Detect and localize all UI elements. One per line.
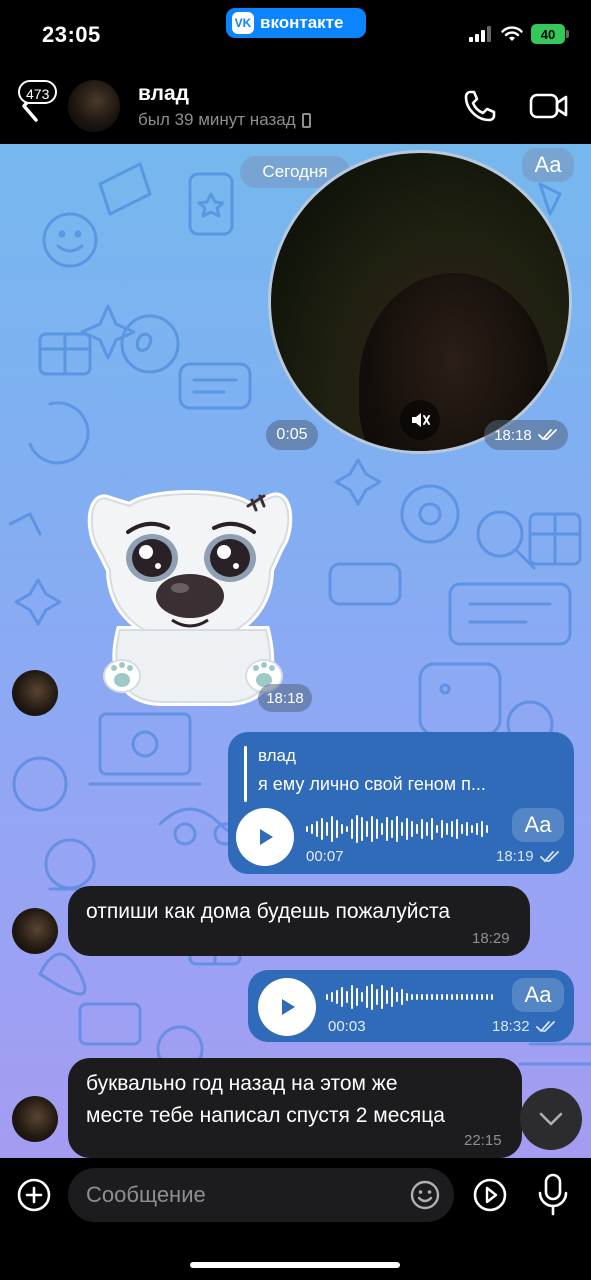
reply-preview: я ему лично свой геном п... <box>258 774 486 794</box>
video-duration: 0:05 <box>266 420 318 450</box>
voice-timestamp: 18:19 <box>496 848 560 865</box>
voice-duration: 00:07 <box>306 848 344 865</box>
contact-avatar[interactable] <box>68 80 120 132</box>
unread-count-badge[interactable]: 473 <box>18 80 58 104</box>
chevron-down-icon <box>539 1112 563 1126</box>
play-icon <box>260 829 273 845</box>
video-timestamp: 18:18 <box>484 420 568 450</box>
double-check-icon <box>539 850 559 862</box>
vk-badge-label: вконтакте <box>260 13 344 32</box>
transcribe-button[interactable]: Aa <box>512 978 564 1012</box>
message-text: отпиши как дома будешь пожалуйста <box>86 900 451 923</box>
last-seen-text: был 39 минут назад <box>138 110 296 129</box>
transcribe-button[interactable]: Aa <box>522 148 574 182</box>
battery-icon: 40 <box>531 24 569 44</box>
video-message-icon[interactable] <box>472 1177 508 1213</box>
status-icons: 40 <box>469 24 569 44</box>
message-text-line-2: месте тебе написал спустя 2 месяца <box>86 1104 445 1127</box>
voice-waveform[interactable] <box>306 814 488 844</box>
double-check-icon <box>537 429 557 441</box>
voice-timestamp: 18:32 <box>492 1018 556 1035</box>
sender-avatar[interactable] <box>12 908 58 954</box>
mobile-device-icon <box>301 112 311 128</box>
message-input[interactable] <box>68 1168 454 1222</box>
sender-avatar[interactable] <box>12 670 58 716</box>
video-time-text: 18:18 <box>494 426 532 444</box>
voice-duration: 00:03 <box>328 1018 366 1035</box>
contact-last-seen: был 39 минут назад <box>138 110 311 130</box>
transcribe-button[interactable]: Aa <box>512 808 564 842</box>
sticker-timestamp: 18:18 <box>258 684 312 712</box>
status-bar: 23:05 VK вконтакте 40 <box>0 0 591 70</box>
home-indicator[interactable] <box>190 1262 400 1268</box>
incoming-message[interactable]: буквально год назад на этом же месте теб… <box>68 1058 522 1158</box>
chat-header: 473 влад был 39 минут назад <box>0 70 591 144</box>
voice-message[interactable]: Aa 00:03 18:32 <box>248 970 574 1042</box>
voice-time-text: 18:32 <box>492 1018 530 1035</box>
chat-area[interactable]: Сегодня Aa 0:05 18:18 18:18 влад я ему л… <box>0 144 591 1158</box>
puppy-sticker[interactable] <box>80 470 310 710</box>
microphone-icon[interactable] <box>536 1172 570 1218</box>
vk-app-badge[interactable]: VK вконтакте <box>226 8 366 38</box>
double-check-icon <box>535 1020 555 1032</box>
clock: 23:05 <box>42 22 101 47</box>
play-icon <box>282 999 295 1015</box>
voice-message-reply[interactable]: влад я ему лично свой геном п... Aa 00:0… <box>228 732 574 874</box>
wifi-icon <box>501 26 523 41</box>
signal-icon <box>469 26 491 42</box>
add-attachment-icon[interactable] <box>17 1178 51 1212</box>
contact-name[interactable]: влад <box>138 82 189 106</box>
incoming-message[interactable]: отпиши как дома будешь пожалуйста 18:29 <box>68 886 530 956</box>
vk-logo-icon: VK <box>232 12 254 34</box>
emoji-icon[interactable] <box>409 1179 441 1211</box>
voice-time-text: 18:19 <box>496 848 534 865</box>
scroll-to-bottom-button[interactable] <box>520 1088 582 1150</box>
muted-speaker-icon[interactable] <box>400 400 440 440</box>
reply-author: влад <box>258 746 296 765</box>
video-call-icon[interactable] <box>529 90 569 122</box>
phone-call-icon[interactable] <box>462 88 498 124</box>
message-text-line-1: буквально год назад на этом же <box>86 1072 398 1095</box>
sender-avatar[interactable] <box>12 1096 58 1142</box>
message-timestamp: 22:15 <box>464 1132 502 1149</box>
play-button[interactable] <box>236 808 294 866</box>
message-timestamp: 18:29 <box>472 930 510 947</box>
voice-waveform[interactable] <box>326 982 493 1012</box>
reply-bar <box>244 746 247 802</box>
play-button[interactable] <box>258 978 316 1036</box>
